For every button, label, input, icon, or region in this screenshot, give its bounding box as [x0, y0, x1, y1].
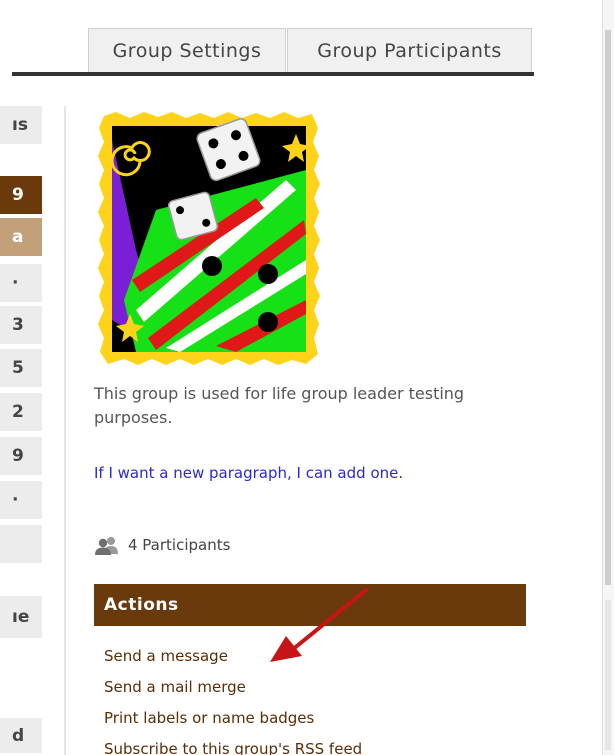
sidebar-divider [64, 106, 66, 755]
participants-count[interactable]: 4 Participants [94, 535, 230, 555]
action-send-message[interactable]: Send a message [104, 644, 362, 675]
sidebar-item[interactable]: 5 [0, 349, 42, 389]
sidebar-item[interactable]: 3 [0, 306, 42, 346]
group-image [98, 112, 320, 365]
action-send-mail-merge[interactable]: Send a mail merge [104, 675, 362, 706]
scrollbar[interactable] [602, 0, 614, 755]
sidebar-item-active[interactable]: 9 [0, 176, 42, 216]
tab-group-participants[interactable]: Group Participants [287, 28, 532, 72]
participants-label: 4 Participants [128, 536, 231, 554]
tab-bar: Group Settings Group Participants [0, 0, 534, 77]
tab-group-settings[interactable]: Group Settings [88, 28, 286, 72]
sidebar-item[interactable] [0, 525, 42, 565]
sidebar-item[interactable]: 9 [0, 437, 42, 477]
people-icon [95, 537, 118, 555]
actions-header: Actions [94, 584, 526, 626]
actions-title: Actions [104, 595, 179, 615]
description-link[interactable]: If I want a new paragraph, I can add one… [94, 464, 403, 482]
sidebar-item[interactable]: ıe [0, 596, 42, 640]
action-subscribe-rss[interactable]: Subscribe to this group's RSS feed [104, 737, 362, 755]
sidebar-item[interactable]: d [0, 718, 42, 755]
scrollbar-track [605, 600, 611, 750]
scrollbar-thumb[interactable] [605, 30, 611, 585]
group-description: This group is used for life group leader… [94, 384, 465, 427]
sidebar-item[interactable]: ıs [0, 106, 42, 146]
actions-list: Send a message Send a mail merge Print l… [104, 644, 362, 755]
action-print-labels[interactable]: Print labels or name badges [104, 706, 362, 737]
sidebar-item[interactable]: · [0, 481, 42, 521]
sidebar-item[interactable]: 2 [0, 393, 42, 433]
sidebar-item[interactable]: · [0, 264, 42, 304]
sidebar-item-highlight[interactable]: a [0, 218, 42, 258]
tab-underline [12, 72, 534, 76]
